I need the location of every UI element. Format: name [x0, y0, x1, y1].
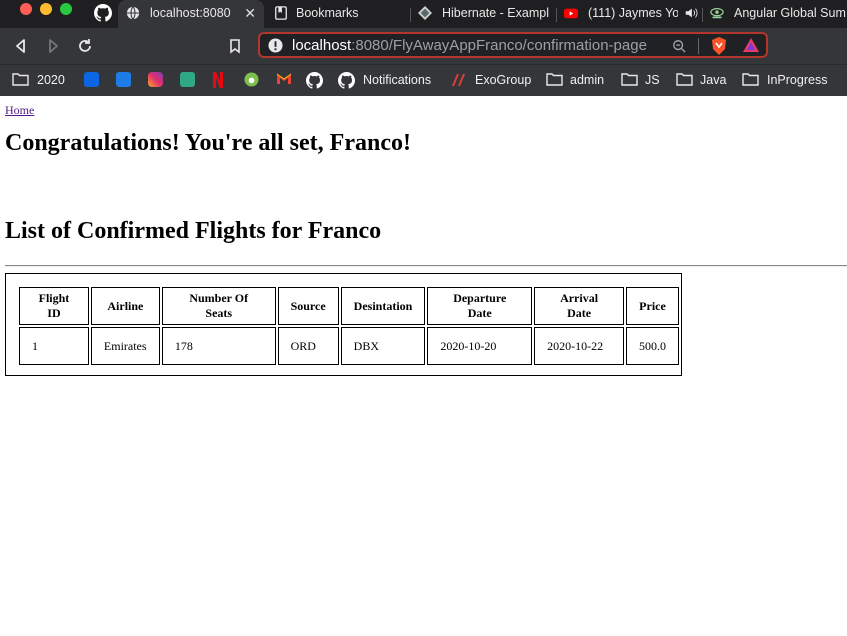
cell-airline: Emirates — [90, 327, 160, 365]
github-icon — [338, 72, 355, 89]
column-header: Airline — [90, 287, 160, 325]
tab-title: (111) Jaymes Yo — [588, 6, 678, 20]
horizontal-rule — [5, 265, 847, 267]
table-header-row: Flight ID Airline Number Of Seats Source… — [19, 287, 679, 325]
bookmark-label: Java — [700, 73, 727, 87]
trello-icon — [116, 72, 131, 87]
youtube-icon — [564, 8, 578, 19]
url-path: :8080/FlyAwayAppFranco/confirmation-page — [351, 37, 647, 54]
url-host: localhost — [292, 37, 352, 54]
angular-eye-icon — [710, 8, 724, 19]
flights-heading: List of Confirmed Flights for Franco — [5, 218, 382, 244]
tab-separator — [556, 8, 557, 22]
bookmark-tab-icon — [275, 6, 287, 20]
github-icon[interactable] — [94, 4, 112, 22]
column-header: Source — [277, 287, 339, 325]
column-header: Number Of Seats — [161, 287, 276, 325]
cell-seats: 178 — [161, 327, 276, 365]
folder-icon — [12, 73, 29, 86]
d-app-icon — [180, 72, 195, 87]
tab-hibernate[interactable]: Hibernate - Exampl — [414, 0, 554, 28]
green-app-icon — [244, 72, 259, 87]
column-header: Price — [625, 287, 679, 325]
tab-title: localhost:8080 — [150, 6, 231, 20]
instagram-icon — [148, 72, 163, 87]
bookmark-label: Notifications — [363, 73, 432, 87]
bookmarks-bar: 2020 Notifications ExoGroup admin JS Jav… — [0, 64, 847, 96]
cell-source: ORD — [277, 327, 339, 365]
tab-localhost[interactable]: localhost:8080 ✕ — [118, 0, 264, 28]
minimize-window-button[interactable] — [40, 3, 52, 15]
divider — [698, 38, 699, 54]
tab-title: Hibernate - Exampl — [442, 6, 549, 20]
cell-arrival-date: 2020-10-22 — [534, 327, 624, 365]
flights-table: Flight ID Airline Number Of Seats Source… — [17, 285, 681, 367]
page-title: Congratulations! You're all set, Franco! — [5, 130, 411, 156]
tab-title: Bookmarks — [296, 6, 359, 20]
reload-icon[interactable] — [76, 37, 94, 55]
cell-price: 500.0 — [625, 327, 679, 365]
address-bar[interactable]: localhost:8080/FlyAwayAppFranco/confirma… — [258, 32, 768, 58]
bookmark-page-icon[interactable] — [226, 37, 244, 55]
column-header: Departure Date — [427, 287, 533, 325]
netflix-icon — [213, 72, 223, 88]
tab-bookmarks[interactable]: Bookmarks — [268, 0, 410, 28]
bookmark-label: admin — [570, 73, 605, 87]
bookmark-label: JS — [645, 73, 660, 87]
forward-icon[interactable] — [44, 37, 62, 55]
github-icon — [306, 72, 323, 89]
column-header: Flight ID — [19, 287, 89, 325]
brave-shield-icon[interactable] — [710, 36, 728, 56]
gmail-icon — [276, 73, 292, 84]
speaker-icon[interactable] — [684, 6, 698, 20]
tab-separator — [702, 8, 703, 22]
close-tab-icon[interactable]: ✕ — [244, 0, 256, 26]
page-content: Home Congratulations! You're all set, Fr… — [0, 96, 847, 636]
globe-icon — [126, 6, 140, 20]
folder-icon — [546, 73, 563, 86]
column-header: Desintation — [340, 287, 426, 325]
bookmark-label: InProgress — [767, 73, 828, 87]
close-window-button[interactable] — [20, 3, 32, 15]
flights-table-container: Flight ID Airline Number Of Seats Source… — [5, 273, 682, 376]
browser-toolbar: localhost:8080/FlyAwayAppFranco/confirma… — [0, 28, 847, 64]
tab-youtube[interactable]: (111) Jaymes Yo — [560, 0, 700, 28]
url-text: localhost:8080/FlyAwayAppFranco/confirma… — [292, 37, 647, 54]
site-info-icon[interactable] — [268, 38, 283, 53]
tab-bar: localhost:8080 ✕ Bookmarks Hibernate - E… — [0, 0, 847, 28]
hibernate-icon — [418, 6, 432, 20]
brave-rewards-icon[interactable] — [742, 37, 760, 53]
tab-angular[interactable]: Angular Global Sum — [706, 0, 847, 28]
cell-destination: DBX — [340, 327, 426, 365]
trello-icon — [84, 72, 99, 87]
column-header: Arrival Date — [534, 287, 624, 325]
cell-departure-date: 2020-10-20 — [427, 327, 533, 365]
folder-icon — [742, 73, 759, 86]
home-link[interactable]: Home — [5, 103, 34, 118]
bookmark-label: 2020 — [37, 73, 65, 87]
bookmark-label: ExoGroup — [475, 73, 532, 87]
zoom-icon[interactable] — [672, 39, 686, 53]
folder-icon — [621, 73, 638, 86]
back-icon[interactable] — [12, 37, 30, 55]
exogroup-icon — [452, 74, 465, 86]
table-row: 1 Emirates 178 ORD DBX 2020-10-20 2020-1… — [19, 327, 679, 365]
tab-title: Angular Global Sum — [734, 6, 846, 20]
folder-icon — [676, 73, 693, 86]
maximize-window-button[interactable] — [60, 3, 72, 15]
tab-separator — [410, 8, 411, 22]
cell-flight-id: 1 — [19, 327, 89, 365]
